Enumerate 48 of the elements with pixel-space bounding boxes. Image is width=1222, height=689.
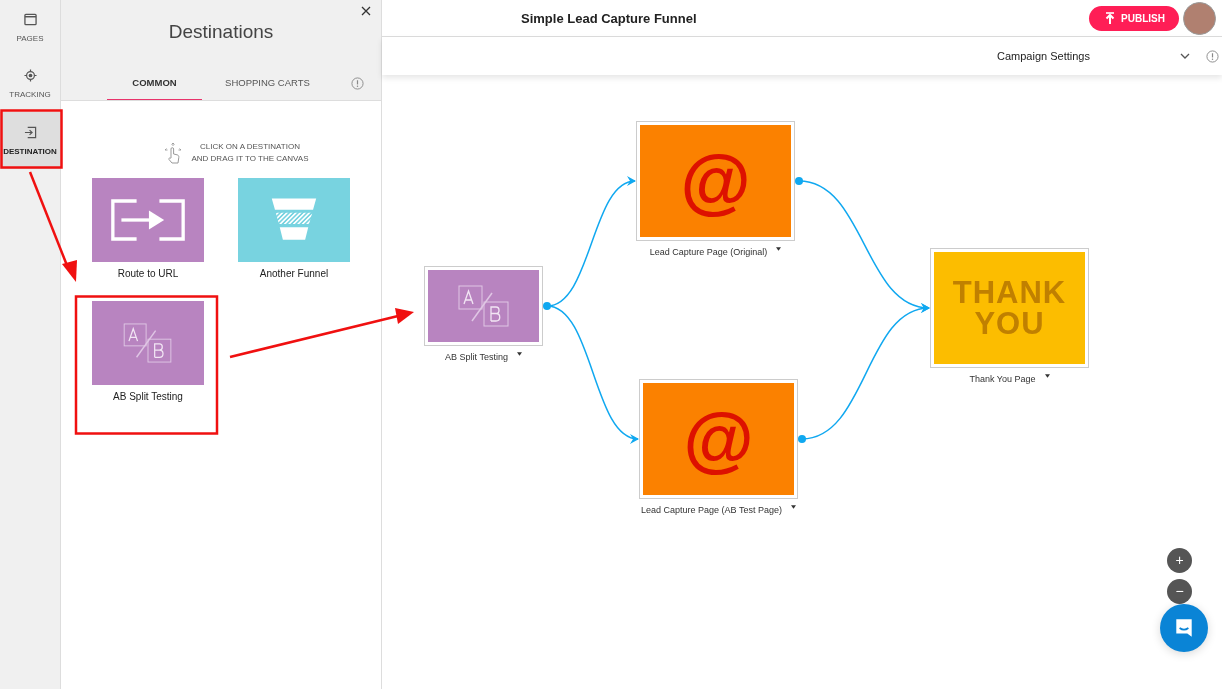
caret-icon[interactable] xyxy=(776,247,782,251)
thank-you-text: THANK YOU xyxy=(951,277,1068,339)
close-icon[interactable] xyxy=(361,6,371,16)
caret-icon[interactable] xyxy=(790,505,796,509)
tab[interactable]: COMMON xyxy=(107,68,202,100)
destination-thumbnail[interactable] xyxy=(238,178,350,262)
destination-label: Route to URL xyxy=(117,268,179,279)
destination-thumbnail[interactable] xyxy=(92,178,204,262)
info-icon[interactable] xyxy=(1205,49,1219,63)
email-symbol: @ xyxy=(683,403,754,475)
enter-icon xyxy=(23,125,37,139)
ab-test-icon xyxy=(457,285,510,327)
email-symbol: @ xyxy=(680,145,751,217)
caret-icon[interactable] xyxy=(1044,374,1050,378)
step-label: AB Split Testing xyxy=(445,352,508,362)
crosshair-icon xyxy=(23,68,37,82)
publish-button[interactable]: PUBLISH xyxy=(1089,5,1179,31)
highlight-frame xyxy=(0,109,63,169)
connection-handle[interactable] xyxy=(543,302,551,310)
funnel-step-card[interactable] xyxy=(424,266,543,346)
destination-thumbnail[interactable] xyxy=(92,301,204,385)
destination-label: AB Split Testing xyxy=(113,391,183,402)
info-icon[interactable] xyxy=(351,76,364,90)
step-label: Lead Capture Page (AB Test Page) xyxy=(641,505,782,515)
ab-test-icon xyxy=(123,323,173,363)
sidebar-item[interactable]: PAGES xyxy=(0,0,60,55)
connection-handle[interactable] xyxy=(798,435,806,443)
tab[interactable]: SHOPPING CARTS xyxy=(210,68,325,100)
zoom-in-button[interactable]: + xyxy=(1167,548,1192,573)
window-icon xyxy=(23,12,37,26)
zoom-out-button[interactable]: − xyxy=(1167,579,1192,604)
instruction-text: CLICK ON A DESTINATION AND DRAG IT TO THE CANVAS xyxy=(191,141,309,165)
sidebar-item[interactable]: TRACKING xyxy=(0,56,60,111)
upload-icon xyxy=(1105,12,1116,24)
chevron-down-icon[interactable] xyxy=(1179,53,1190,59)
caret-icon[interactable] xyxy=(516,352,522,356)
connection-handle[interactable] xyxy=(795,177,803,185)
step-label: Thank You Page xyxy=(969,374,1036,384)
destination-label: Another Funnel xyxy=(259,268,329,279)
drag-hand-icon xyxy=(163,141,184,165)
funnel-title: Simple Lead Capture Funnel xyxy=(521,10,697,26)
chat-button[interactable] xyxy=(1160,604,1208,652)
chat-icon xyxy=(1173,617,1195,639)
redirect-icon xyxy=(110,197,186,243)
campaign-settings-dropdown[interactable]: Campaign Settings xyxy=(997,50,1090,62)
panel-title: Destinations xyxy=(168,21,274,43)
user-avatar[interactable] xyxy=(1183,1,1216,35)
step-label: Lead Capture Page (Original) xyxy=(649,247,768,257)
